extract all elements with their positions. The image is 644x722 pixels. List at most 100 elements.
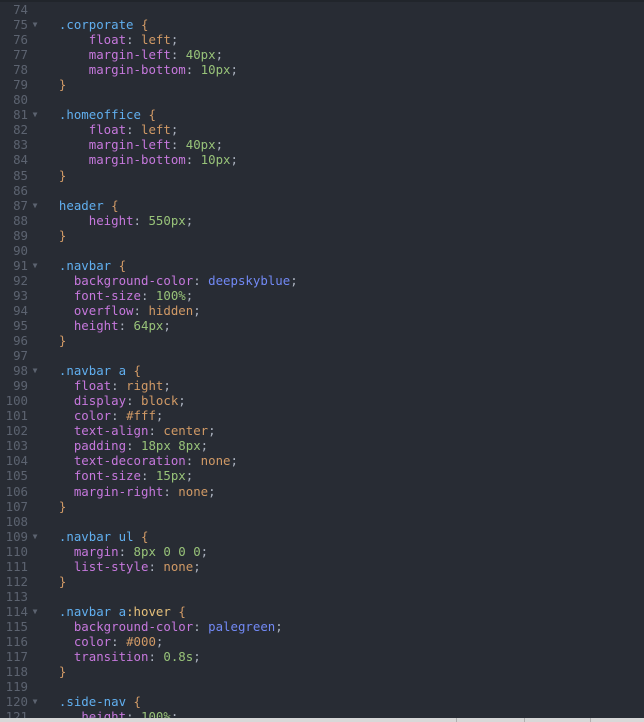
fold-arrow-icon[interactable]: ▼ [28, 17, 42, 32]
code-line[interactable]: 95 height: 64px; [0, 318, 644, 333]
code-line-text[interactable]: .navbar a { [42, 363, 644, 378]
token-prop: background-color [73, 272, 194, 288]
code-line[interactable]: 77 margin-left: 40px; [0, 47, 644, 62]
fold-arrow-icon[interactable]: ▼ [28, 694, 42, 709]
code-line[interactable]: 92 background-color: deepskyblue; [0, 273, 644, 288]
code-line-text[interactable]: padding: 18px 8px; [42, 438, 644, 453]
code-line-text[interactable]: text-align: center; [42, 423, 644, 438]
code-line-text[interactable]: .navbar ul { [42, 529, 644, 544]
code-line-text[interactable]: float: right; [42, 378, 644, 393]
code-line-text[interactable]: } [42, 574, 644, 589]
code-line[interactable]: 83 margin-left: 40px; [0, 137, 644, 152]
code-line-text[interactable]: } [42, 664, 644, 679]
code-line[interactable]: 86 [0, 183, 644, 198]
code-line-text[interactable]: float: left; [42, 122, 644, 137]
code-line-text[interactable]: .navbar { [42, 258, 644, 273]
code-line-text[interactable]: text-decoration: none; [42, 453, 644, 468]
code-line-text[interactable]: list-style: none; [42, 559, 644, 574]
code-content-area[interactable]: 74 75 ▼ .corporate {76 float: left; 77 marg… [0, 2, 644, 722]
code-line[interactable]: 80 [0, 92, 644, 107]
code-editor[interactable]: 74 75 ▼ .corporate {76 float: left; 77 marg… [0, 0, 644, 722]
code-line[interactable]: 85 } [0, 168, 644, 183]
code-line[interactable]: 74 [0, 2, 644, 17]
code-line[interactable]: 117 transition: 0.8s; [0, 649, 644, 664]
code-line-text[interactable]: } [42, 77, 644, 92]
code-line-text[interactable]: .corporate { [42, 17, 644, 32]
code-line-text[interactable]: header { [42, 198, 644, 213]
code-line[interactable]: 97 [0, 348, 644, 363]
code-line[interactable]: 114 ▼ .navbar a:hover { [0, 604, 644, 619]
code-line-text[interactable]: .navbar a:hover { [42, 604, 644, 619]
fold-arrow-icon[interactable]: ▼ [28, 258, 42, 273]
code-line[interactable]: 81 ▼ .homeoffice { [0, 107, 644, 122]
code-line-text[interactable]: } [42, 333, 644, 348]
code-line-text[interactable]: color: #000; [42, 634, 644, 649]
code-line-text[interactable]: margin-left: 40px; [42, 47, 644, 62]
code-line[interactable]: 103 padding: 18px 8px; [0, 438, 644, 453]
code-line[interactable]: 112 } [0, 574, 644, 589]
code-line-text[interactable]: display: block; [42, 393, 644, 408]
code-line[interactable]: 118 } [0, 664, 644, 679]
code-line[interactable]: 91 ▼ .navbar { [0, 258, 644, 273]
code-line-text[interactable]: margin-bottom: 10px; [42, 152, 644, 167]
code-line[interactable]: 109 ▼ .navbar ul { [0, 529, 644, 544]
code-line[interactable]: 94 overflow: hidden; [0, 303, 644, 318]
code-line[interactable]: 90 [0, 243, 644, 258]
code-line[interactable]: 104 text-decoration: none; [0, 453, 644, 468]
code-line[interactable]: 76 float: left; [0, 32, 644, 47]
code-line-text[interactable]: font-size: 15px; [42, 468, 644, 483]
code-line-text[interactable]: overflow: hidden; [42, 303, 644, 318]
fold-arrow-icon[interactable]: ▼ [28, 363, 42, 378]
code-line-text[interactable]: height: 64px; [42, 318, 644, 333]
code-line[interactable]: 115 background-color: palegreen; [0, 619, 644, 634]
code-line-text[interactable]: margin: 8px 0 0 0; [42, 544, 644, 559]
code-line[interactable]: 108 [0, 514, 644, 529]
code-line[interactable]: 111 list-style: none; [0, 559, 644, 574]
code-line[interactable]: 120 ▼ .side-nav { [0, 694, 644, 709]
fold-arrow-icon[interactable]: ▼ [28, 529, 42, 544]
code-line-text[interactable]: } [42, 228, 644, 243]
code-line-text[interactable]: margin-right: none; [42, 484, 644, 499]
code-line[interactable]: 84 margin-bottom: 10px; [0, 152, 644, 167]
code-line[interactable]: 119 [0, 679, 644, 694]
code-line[interactable]: 82 float: left; [0, 122, 644, 137]
code-line[interactable]: 105 font-size: 15px; [0, 468, 644, 483]
code-line[interactable]: 107 } [0, 499, 644, 514]
code-line[interactable]: 100 display: block; [0, 393, 644, 408]
code-line[interactable]: 99 float: right; [0, 378, 644, 393]
code-line-text[interactable]: margin-bottom: 10px; [42, 62, 644, 77]
code-line-text[interactable]: background-color: deepskyblue; [42, 273, 644, 288]
code-line[interactable]: 93 font-size: 100%; [0, 288, 644, 303]
code-line[interactable]: 106 margin-right: none; [0, 484, 644, 499]
fold-arrow-icon[interactable]: ▼ [28, 198, 42, 213]
code-line[interactable]: 113 [0, 589, 644, 604]
code-line[interactable]: 98 ▼ .navbar a { [0, 363, 644, 378]
fold-arrow-icon[interactable]: ▼ [28, 107, 42, 122]
code-line[interactable]: 101 color: #fff; [0, 408, 644, 423]
code-line-text[interactable]: float: left; [42, 32, 644, 47]
code-line-text[interactable]: } [42, 499, 644, 514]
code-line[interactable]: 79 } [0, 77, 644, 92]
token-punc: ; [155, 408, 164, 424]
code-line-text[interactable]: transition: 0.8s; [42, 649, 644, 664]
code-line[interactable]: 96 } [0, 333, 644, 348]
code-line-text[interactable]: margin-left: 40px; [42, 137, 644, 152]
code-line[interactable]: 88 height: 550px; [0, 213, 644, 228]
code-line-text[interactable]: height: 550px; [42, 213, 644, 228]
code-line[interactable]: 110 margin: 8px 0 0 0; [0, 544, 644, 559]
code-line-text[interactable]: color: #fff; [42, 408, 644, 423]
token-punc [44, 363, 59, 378]
fold-arrow-icon[interactable]: ▼ [28, 604, 42, 619]
code-line[interactable]: 75 ▼ .corporate { [0, 17, 644, 32]
code-line[interactable]: 89 } [0, 228, 644, 243]
code-line-text[interactable]: .homeoffice { [42, 107, 644, 122]
code-line[interactable]: 102 text-align: center; [0, 423, 644, 438]
code-line-text[interactable]: .side-nav { [42, 694, 644, 709]
code-line-text[interactable]: font-size: 100%; [42, 288, 644, 303]
code-line[interactable]: 87 ▼ header { [0, 198, 644, 213]
code-line-text[interactable]: background-color: palegreen; [42, 619, 644, 634]
code-line-text[interactable]: } [42, 168, 644, 183]
token-punc [44, 423, 74, 438]
code-line[interactable]: 78 margin-bottom: 10px; [0, 62, 644, 77]
code-line[interactable]: 116 color: #000; [0, 634, 644, 649]
